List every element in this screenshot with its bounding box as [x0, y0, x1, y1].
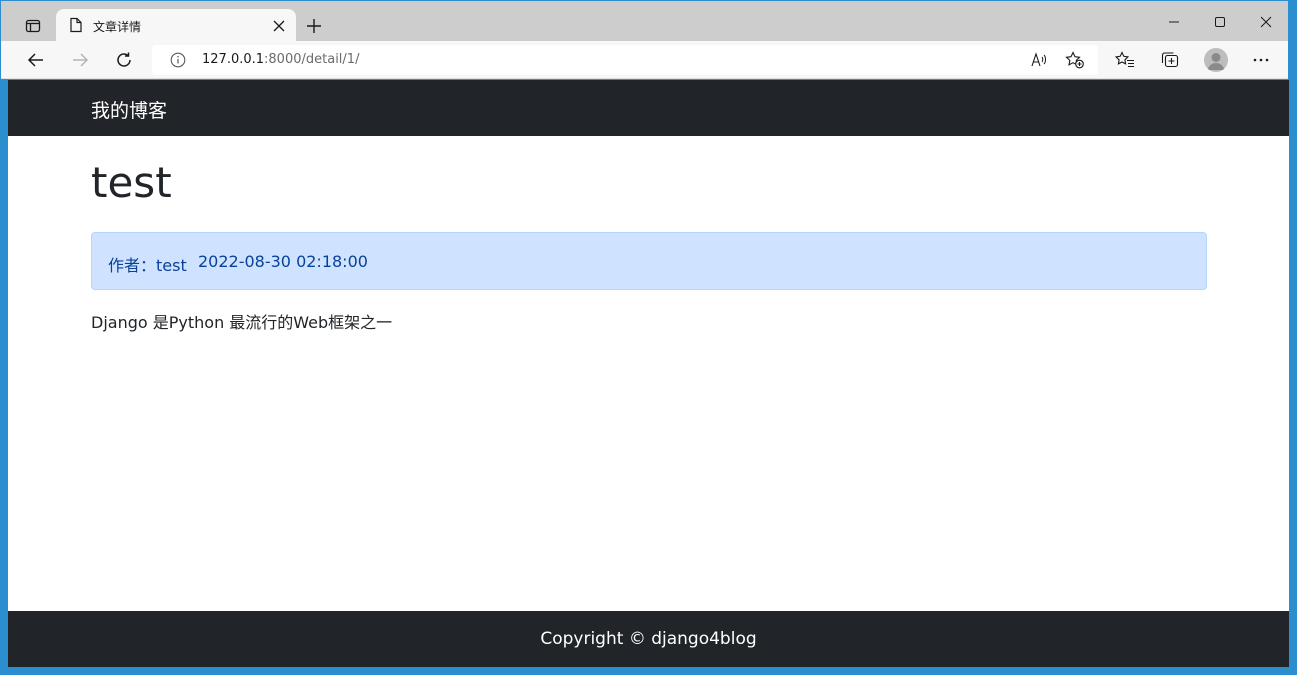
post-body: Django 是Python 最流行的Web框架之一 — [91, 313, 393, 332]
active-tab[interactable]: 文章详情 — [56, 9, 296, 42]
post-meta-alert: 作者：test 2022-08-30 02:18:00 — [91, 232, 1207, 290]
web-page: 我的博客 test 作者：test 2022-08-30 02:18:00 Dj… — [8, 80, 1289, 667]
url-text: 127.0.0.1:8000/detail/1/ — [202, 52, 359, 67]
browser-toolbar: 127.0.0.1:8000/detail/1/ — [1, 41, 1288, 79]
footer-copyright: Copyright © django4blog — [540, 629, 757, 649]
tab-close-button[interactable] — [270, 17, 288, 35]
refresh-icon — [117, 52, 131, 67]
post-date: 2022-08-30 02:18:00 — [198, 252, 368, 271]
user-icon — [1207, 53, 1225, 70]
arrow-left-icon — [27, 53, 43, 67]
tab-title: 文章详情 — [93, 20, 142, 34]
favorites-button[interactable] — [1113, 48, 1137, 72]
star-add-icon — [1065, 51, 1084, 69]
collections-button[interactable] — [1158, 48, 1182, 72]
browser-window: 文章详情 127.0.0.1:8000/detail/1/ 我的博客 test … — [0, 0, 1297, 675]
tab-actions-icon — [25, 19, 41, 33]
window-close-button[interactable] — [1255, 11, 1277, 33]
minimize-button[interactable] — [1163, 11, 1185, 33]
info-icon[interactable] — [170, 52, 186, 68]
back-button[interactable] — [24, 48, 48, 72]
close-icon — [273, 20, 285, 32]
maximize-icon — [1215, 17, 1225, 27]
post-title: test — [91, 158, 172, 207]
new-tab-button[interactable] — [303, 15, 325, 37]
favorites-list-icon — [1115, 51, 1134, 68]
maximize-button[interactable] — [1209, 11, 1231, 33]
page-document-icon — [69, 17, 83, 33]
site-footer: Copyright © django4blog — [8, 611, 1289, 667]
post-author: 作者：test — [108, 256, 187, 275]
more-horizontal-icon — [1253, 58, 1269, 62]
site-brand-link[interactable]: 我的博客 — [91, 96, 167, 123]
close-icon — [1260, 16, 1272, 28]
read-aloud-button[interactable] — [1028, 50, 1050, 70]
collections-icon — [1161, 52, 1179, 68]
tab-actions-button[interactable] — [19, 12, 47, 40]
forward-button[interactable] — [68, 48, 92, 72]
add-favorite-button[interactable] — [1064, 50, 1086, 70]
read-aloud-icon — [1031, 52, 1046, 67]
tab-strip: 文章详情 — [1, 1, 1288, 42]
url-path: :8000/detail/1/ — [264, 52, 360, 67]
arrow-right-icon — [73, 53, 89, 67]
site-navbar: 我的博客 — [8, 80, 1289, 136]
minimize-icon — [1169, 21, 1179, 23]
refresh-button[interactable] — [112, 48, 136, 72]
address-bar[interactable]: 127.0.0.1:8000/detail/1/ — [152, 45, 1098, 75]
url-host: 127.0.0.1 — [202, 52, 265, 67]
profile-avatar[interactable] — [1204, 48, 1228, 72]
settings-menu-button[interactable] — [1249, 48, 1273, 72]
plus-icon — [307, 19, 321, 33]
